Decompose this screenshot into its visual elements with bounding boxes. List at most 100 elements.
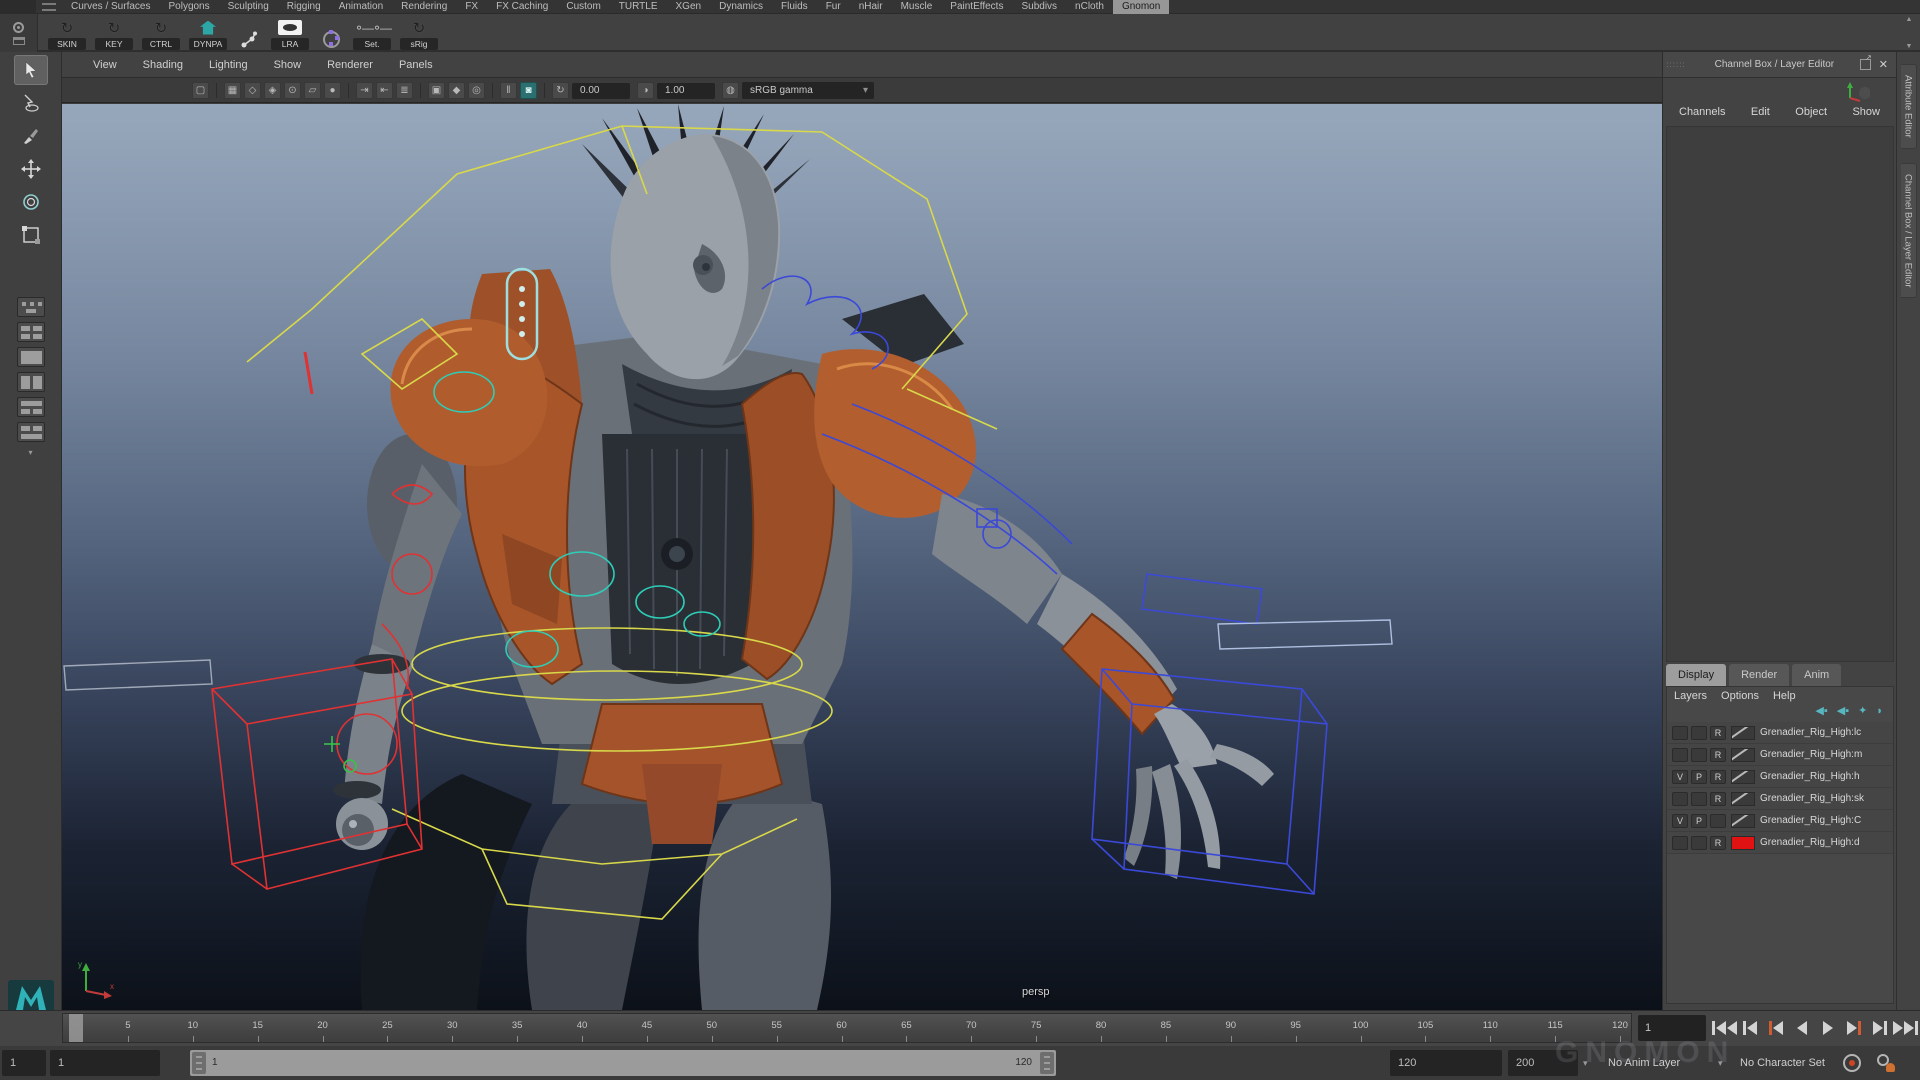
pause-viewport-icon[interactable]: ‖ xyxy=(500,82,517,99)
textured-display-icon[interactable]: ◙ xyxy=(520,82,537,99)
shelf-constraint-button[interactable] xyxy=(316,16,346,50)
layer-tab-anim[interactable]: Anim xyxy=(1792,664,1841,686)
layer-color-swatch[interactable] xyxy=(1731,836,1755,850)
panel-menu-lighting[interactable]: Lighting xyxy=(196,59,261,71)
panel-grip-icon[interactable]: :::::: xyxy=(1663,60,1689,69)
select-through-icon[interactable]: ▢ xyxy=(192,82,209,99)
menu-item-nhair[interactable]: nHair xyxy=(850,0,892,14)
layer-visibility-toggle[interactable] xyxy=(1672,792,1688,806)
layer-menu-options[interactable]: Options xyxy=(1718,690,1770,702)
channel-box-menu-object[interactable]: Object xyxy=(1795,106,1827,118)
menu-item-subdivs[interactable]: Subdivs xyxy=(1012,0,1066,14)
construction-history-icon[interactable]: ≣ xyxy=(396,82,413,99)
layout-four-pane-button[interactable] xyxy=(17,422,45,442)
auto-keyframe-icon[interactable] xyxy=(1843,1054,1861,1072)
move-layer-down-icon[interactable]: ◀▪ xyxy=(1837,706,1849,717)
panel-menu-shading[interactable]: Shading xyxy=(130,59,196,71)
rotate-tool-button[interactable] xyxy=(14,187,48,217)
lasso-tool-button[interactable] xyxy=(14,88,48,118)
layer-row[interactable]: RGrenadier_Rig_High:lc xyxy=(1667,722,1893,744)
layer-row[interactable]: RGrenadier_Rig_High:d xyxy=(1667,832,1893,854)
play-backwards-button[interactable] xyxy=(1790,1014,1815,1042)
layout-three-pane-button[interactable] xyxy=(17,397,45,417)
menu-item-polygons[interactable]: Polygons xyxy=(159,0,218,14)
last-tool-button[interactable] xyxy=(17,297,45,317)
snap-to-grid-icon[interactable]: ▦ xyxy=(224,82,241,99)
shelf-ctrl-button[interactable]: ↻CTRL xyxy=(140,16,182,50)
layer-display-type-toggle[interactable] xyxy=(1710,814,1726,828)
layer-row[interactable]: RGrenadier_Rig_High:m xyxy=(1667,744,1893,766)
menu-item-animation[interactable]: Animation xyxy=(330,0,392,14)
side-tab-channel-box-layer-editor[interactable]: Channel Box / Layer Editor xyxy=(1901,163,1917,299)
layer-visibility-toggle[interactable]: V xyxy=(1672,814,1688,828)
channel-list-area[interactable] xyxy=(1666,126,1894,662)
menu-item-painteffects[interactable]: PaintEffects xyxy=(941,0,1012,14)
layer-menu-help[interactable]: Help xyxy=(1770,690,1807,702)
layer-playback-toggle[interactable] xyxy=(1691,836,1707,850)
shelf-set-button[interactable]: ⚬—⚬—Set. xyxy=(351,16,393,50)
step-back-key-button[interactable] xyxy=(1764,1014,1789,1042)
menu-item-custom[interactable]: Custom xyxy=(557,0,609,14)
scale-tool-button[interactable] xyxy=(14,220,48,250)
gear-icon[interactable] xyxy=(13,22,24,33)
layer-display-type-toggle[interactable]: R xyxy=(1710,836,1726,850)
menu-item-fur[interactable]: Fur xyxy=(817,0,850,14)
layer-color-swatch[interactable] xyxy=(1731,770,1755,784)
layer-tab-display[interactable]: Display xyxy=(1666,664,1726,686)
range-slider[interactable]: 1 120 xyxy=(190,1050,1056,1076)
menu-item-rigging[interactable]: Rigging xyxy=(278,0,330,14)
layer-color-swatch[interactable] xyxy=(1731,726,1755,740)
menu-item-fluids[interactable]: Fluids xyxy=(772,0,817,14)
menu-item-curves-surfaces[interactable]: Curves / Surfaces xyxy=(62,0,159,14)
popout-icon[interactable] xyxy=(1860,59,1871,70)
layout-two-pane-button[interactable] xyxy=(17,372,45,392)
layer-visibility-toggle[interactable] xyxy=(1672,726,1688,740)
channel-box-header[interactable]: :::::: Channel Box / Layer Editor ✕ xyxy=(1663,52,1896,78)
current-time-marker[interactable] xyxy=(69,1014,83,1043)
output-connections-icon[interactable]: ⇤ xyxy=(376,82,393,99)
new-empty-layer-icon[interactable]: ✦ xyxy=(1858,706,1867,717)
step-back-frame-button[interactable] xyxy=(1738,1014,1763,1042)
color-management-icon[interactable]: ◍ xyxy=(722,82,739,99)
layout-single-pane-button[interactable] xyxy=(17,347,45,367)
close-icon[interactable]: ✕ xyxy=(1879,58,1888,71)
go-to-end-button[interactable] xyxy=(1893,1014,1918,1042)
step-forward-frame-button[interactable] xyxy=(1867,1014,1892,1042)
character-set-dropdown[interactable]: No Character Set xyxy=(1740,1050,1825,1076)
shelf-key-button[interactable]: ↻KEY xyxy=(93,16,135,50)
layer-row[interactable]: VPRGrenadier_Rig_High:h xyxy=(1667,766,1893,788)
range-end-handle[interactable] xyxy=(1040,1052,1054,1074)
menu-item-muscle[interactable]: Muscle xyxy=(892,0,942,14)
panel-menu-view[interactable]: View xyxy=(80,59,130,71)
shelf-lra-button[interactable]: LRA xyxy=(269,16,311,50)
exposure-field[interactable]: 0.00 xyxy=(572,83,630,99)
layer-menu-layers[interactable]: Layers xyxy=(1671,690,1718,702)
viewport-3d[interactable]: persp y x xyxy=(62,104,1662,1010)
make-live-icon[interactable]: ● xyxy=(324,82,341,99)
layer-color-swatch[interactable] xyxy=(1731,748,1755,762)
shelf-skin-button[interactable]: ↻SKIN xyxy=(46,16,88,50)
layer-tab-render[interactable]: Render xyxy=(1729,664,1789,686)
shelf-joint-button[interactable] xyxy=(234,16,264,50)
shelf-tabs-icon[interactable] xyxy=(13,37,25,45)
layer-visibility-toggle[interactable] xyxy=(1672,836,1688,850)
paint-select-tool-button[interactable] xyxy=(14,121,48,151)
layer-display-type-toggle[interactable]: R xyxy=(1710,748,1726,762)
play-forwards-button[interactable] xyxy=(1815,1014,1840,1042)
animation-preferences-icon[interactable] xyxy=(1877,1054,1895,1072)
menu-item-xgen[interactable]: XGen xyxy=(667,0,711,14)
panel-menu-show[interactable]: Show xyxy=(261,59,315,71)
playback-start-field[interactable]: 1 xyxy=(50,1050,160,1076)
shelf-srig-button[interactable]: ↻sRig xyxy=(398,16,440,50)
layer-playback-toggle[interactable]: P xyxy=(1691,814,1707,828)
layer-display-type-toggle[interactable]: R xyxy=(1710,792,1726,806)
range-start-handle[interactable] xyxy=(192,1052,206,1074)
layer-visibility-toggle[interactable]: V xyxy=(1672,770,1688,784)
layer-color-swatch[interactable] xyxy=(1731,792,1755,806)
layer-visibility-toggle[interactable] xyxy=(1672,748,1688,762)
open-render-view-icon[interactable]: ▣ xyxy=(428,82,445,99)
layer-playback-toggle[interactable] xyxy=(1691,726,1707,740)
layer-playback-toggle[interactable] xyxy=(1691,748,1707,762)
menu-item-ncloth[interactable]: nCloth xyxy=(1066,0,1113,14)
menu-grip-icon[interactable] xyxy=(42,3,56,11)
